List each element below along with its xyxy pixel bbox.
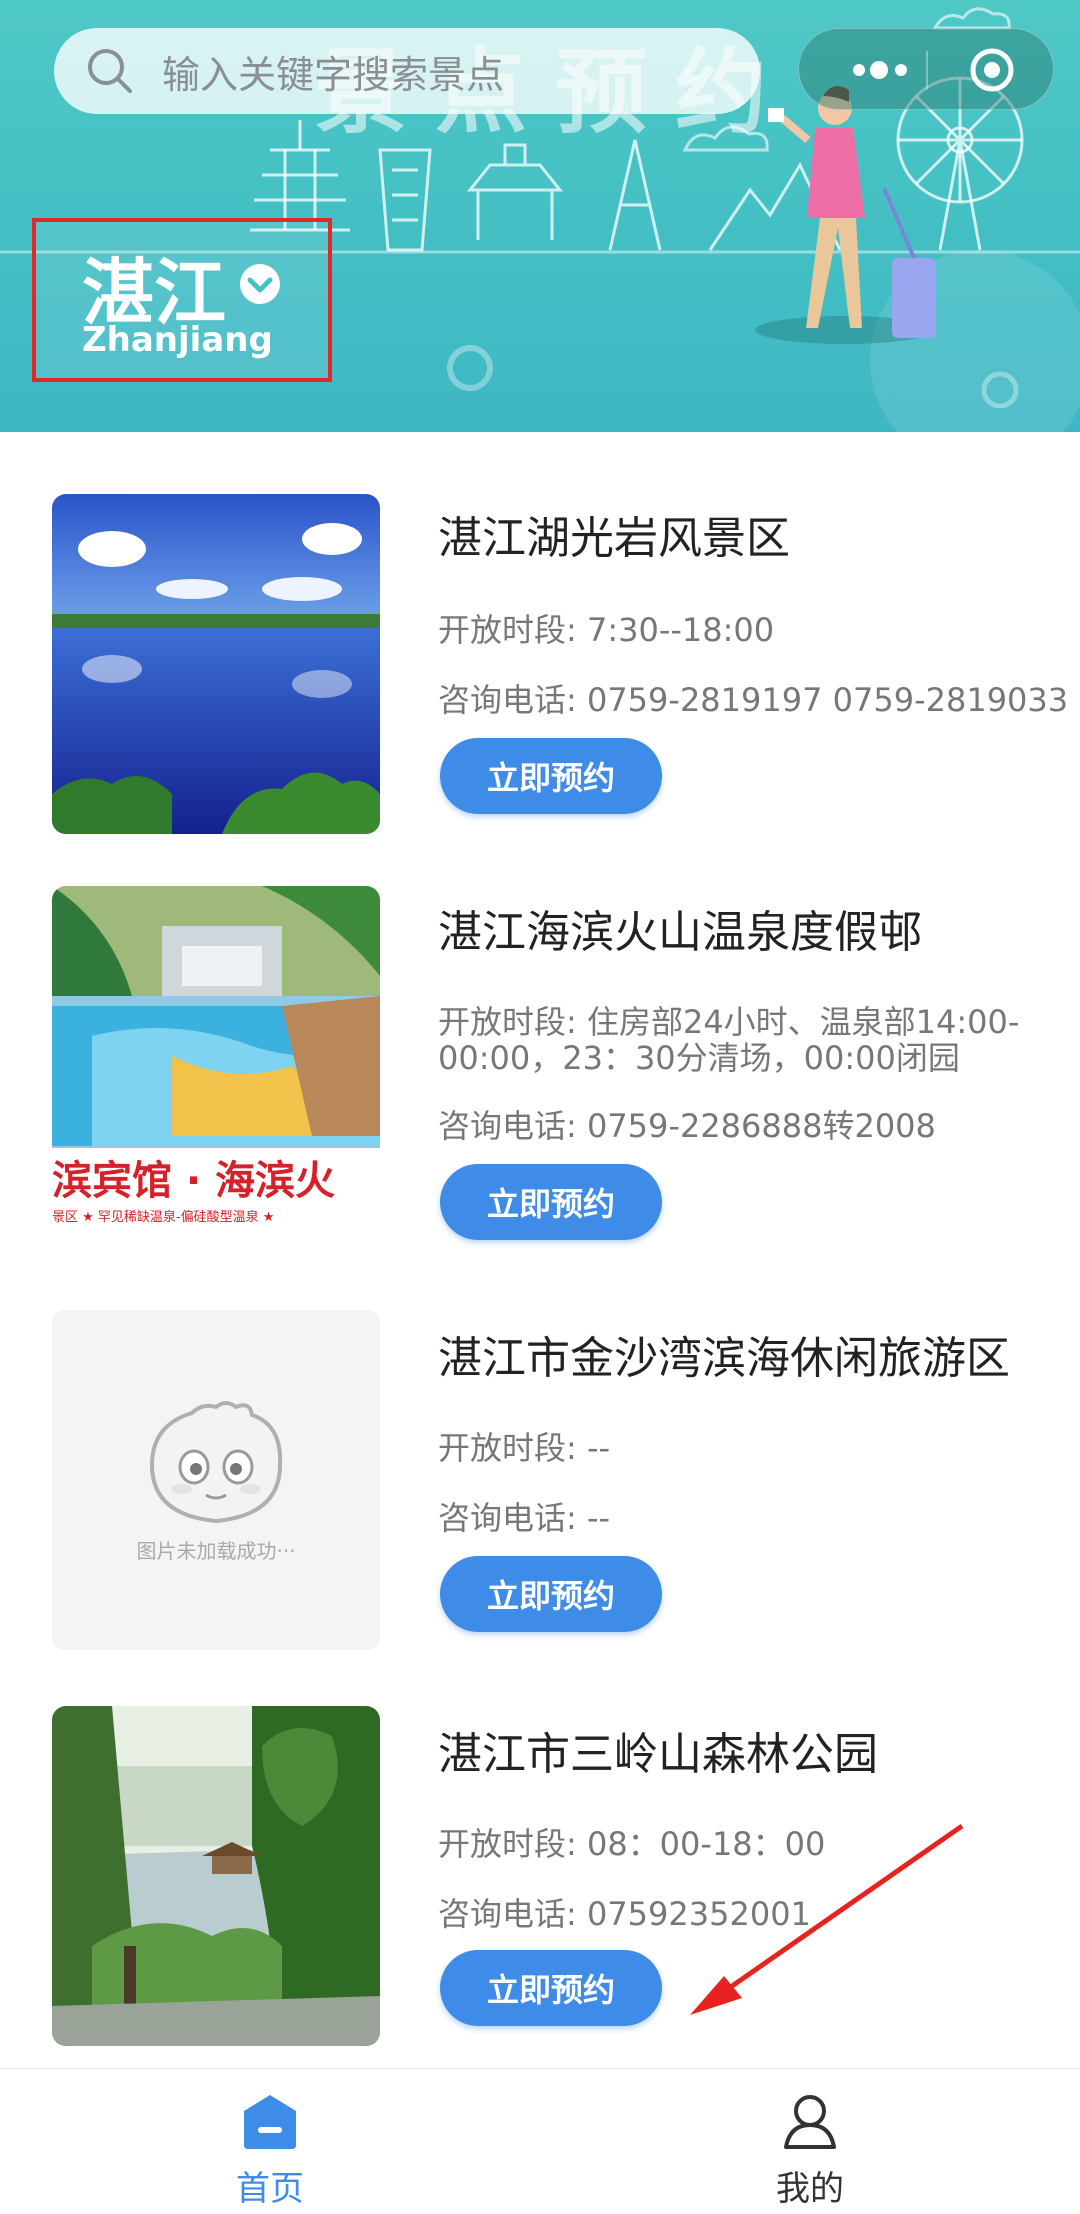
- spot-name: 湛江市三岭山森林公园: [438, 1729, 878, 1780]
- user-icon: [784, 2095, 836, 2149]
- image-caption: 滨宾馆 · 海滨火: [52, 1158, 335, 1204]
- spot-phone: 咨询电话: 0759-2819197 0759-2819033: [438, 681, 1069, 719]
- search-icon: [88, 49, 132, 93]
- home-icon: [244, 2095, 296, 2149]
- spot-name: 湛江湖光岩风景区: [438, 513, 790, 564]
- more-icon[interactable]: [849, 55, 913, 85]
- spot-phone: 咨询电话: 0759-2286888转2008: [438, 1107, 936, 1145]
- spot-hours: 开放时段: 08：00-18：00: [438, 1825, 826, 1863]
- book-button[interactable]: 立即预约: [440, 1556, 662, 1632]
- search-input[interactable]: 输入关键字搜索景点: [54, 28, 760, 114]
- close-miniprogram-icon[interactable]: [969, 47, 1015, 93]
- book-button[interactable]: 立即预约: [440, 1950, 662, 2026]
- book-button[interactable]: 立即预约: [440, 1164, 662, 1240]
- image-load-failed-text: 图片未加载成功···: [136, 1538, 296, 1563]
- broken-image-icon: [149, 1400, 283, 1523]
- tab-mine[interactable]: 我的: [540, 2069, 1080, 2214]
- tab-home[interactable]: 首页: [0, 2069, 540, 2214]
- miniprogram-capsule: [798, 28, 1054, 110]
- spot-name: 湛江海滨火山温泉度假邨: [438, 907, 922, 958]
- spot-hours: 开放时段: 住房部24小时、温泉部14:00-00:00，23：30分清场，00…: [438, 1003, 1020, 1077]
- spot-phone: 咨询电话: 07592352001: [438, 1895, 811, 1933]
- tab-mine-label: 我的: [776, 2169, 844, 2209]
- city-selector[interactable]: 湛江 Zhanjiang: [32, 218, 332, 382]
- book-button[interactable]: 立即预约: [440, 738, 662, 814]
- bottom-tab-bar: 首页 我的: [0, 2068, 1080, 2214]
- search-placeholder: 输入关键字搜索景点: [162, 52, 505, 97]
- image-subcaption: 景区 ★ 罕见稀缺温泉-偏硅酸型温泉 ★: [52, 1209, 274, 1225]
- chevron-down-icon: [240, 264, 280, 304]
- spot-phone: 咨询电话: --: [438, 1499, 611, 1537]
- spot-image[interactable]: [52, 494, 380, 834]
- spot-name: 湛江市金沙湾滨海休闲旅游区: [438, 1333, 1010, 1384]
- spot-hours: 开放时段: 7:30--18:00: [438, 611, 775, 649]
- spot-hours: 开放时段: --: [438, 1429, 611, 1467]
- tab-home-label: 首页: [236, 2169, 304, 2209]
- city-pinyin: Zhanjiang: [82, 320, 273, 360]
- spot-image[interactable]: [52, 1706, 380, 2046]
- capsule-divider: [926, 51, 928, 89]
- spot-image-placeholder[interactable]: 图片未加载成功···: [52, 1310, 380, 1650]
- spot-image[interactable]: 滨宾馆 · 海滨火 景区 ★ 罕见稀缺温泉-偏硅酸型温泉 ★: [52, 886, 380, 1226]
- header-banner: 景点预约 输入关键字搜索景点 湛江 Zhanjiang: [0, 0, 1080, 432]
